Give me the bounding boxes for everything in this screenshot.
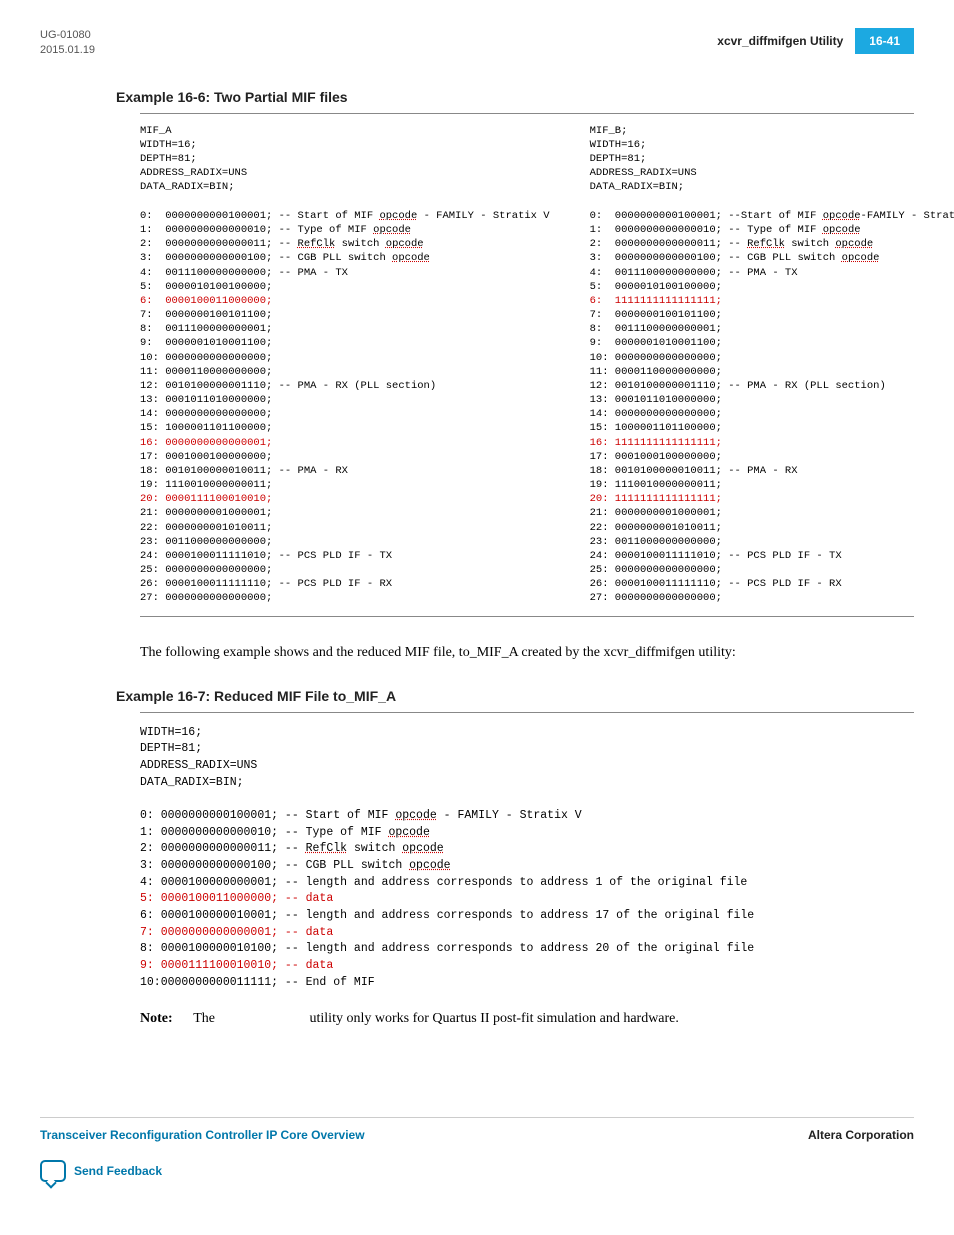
- doc-meta: UG-01080 2015.01.19: [40, 28, 95, 59]
- page-number: 16-41: [855, 28, 914, 54]
- footer-right: Altera Corporation: [808, 1128, 914, 1142]
- send-feedback-link[interactable]: Send Feedback: [74, 1164, 162, 1178]
- feedback-row: Send Feedback: [40, 1160, 914, 1182]
- note-label: Note:: [140, 1011, 190, 1027]
- example-16-6-title: Example 16-6: Two Partial MIF files: [116, 89, 914, 105]
- feedback-icon[interactable]: [40, 1160, 66, 1182]
- reduced-mif-block: WIDTH=16; DEPTH=81; ADDRESS_RADIX=UNS DA…: [140, 712, 914, 992]
- mif-a-column: MIF_A WIDTH=16; DEPTH=81; ADDRESS_RADIX=…: [140, 124, 550, 606]
- doc-date: 2015.01.19: [40, 43, 95, 58]
- note-text-pre: The: [193, 1011, 218, 1026]
- utility-title: xcvr_diffmifgen Utility: [717, 34, 843, 48]
- mif-figure-box: MIF_A WIDTH=16; DEPTH=81; ADDRESS_RADIX=…: [140, 113, 914, 617]
- footer-left-link[interactable]: Transceiver Reconfiguration Controller I…: [40, 1128, 365, 1142]
- header-right: xcvr_diffmifgen Utility 16-41: [717, 28, 914, 54]
- page-header: UG-01080 2015.01.19 xcvr_diffmifgen Util…: [40, 28, 914, 59]
- doc-id: UG-01080: [40, 28, 95, 43]
- body-paragraph-1: The following example shows and the redu…: [140, 642, 914, 663]
- mif-b-column: MIF_B; WIDTH=16; DEPTH=81; ADDRESS_RADIX…: [590, 124, 954, 606]
- example-16-7-title: Example 16-7: Reduced MIF File to_MIF_A: [116, 688, 914, 704]
- note-line: Note: The utility only works for Quartus…: [140, 1011, 914, 1027]
- note-text-post: utility only works for Quartus II post-f…: [310, 1011, 679, 1026]
- page-footer: Transceiver Reconfiguration Controller I…: [40, 1117, 914, 1142]
